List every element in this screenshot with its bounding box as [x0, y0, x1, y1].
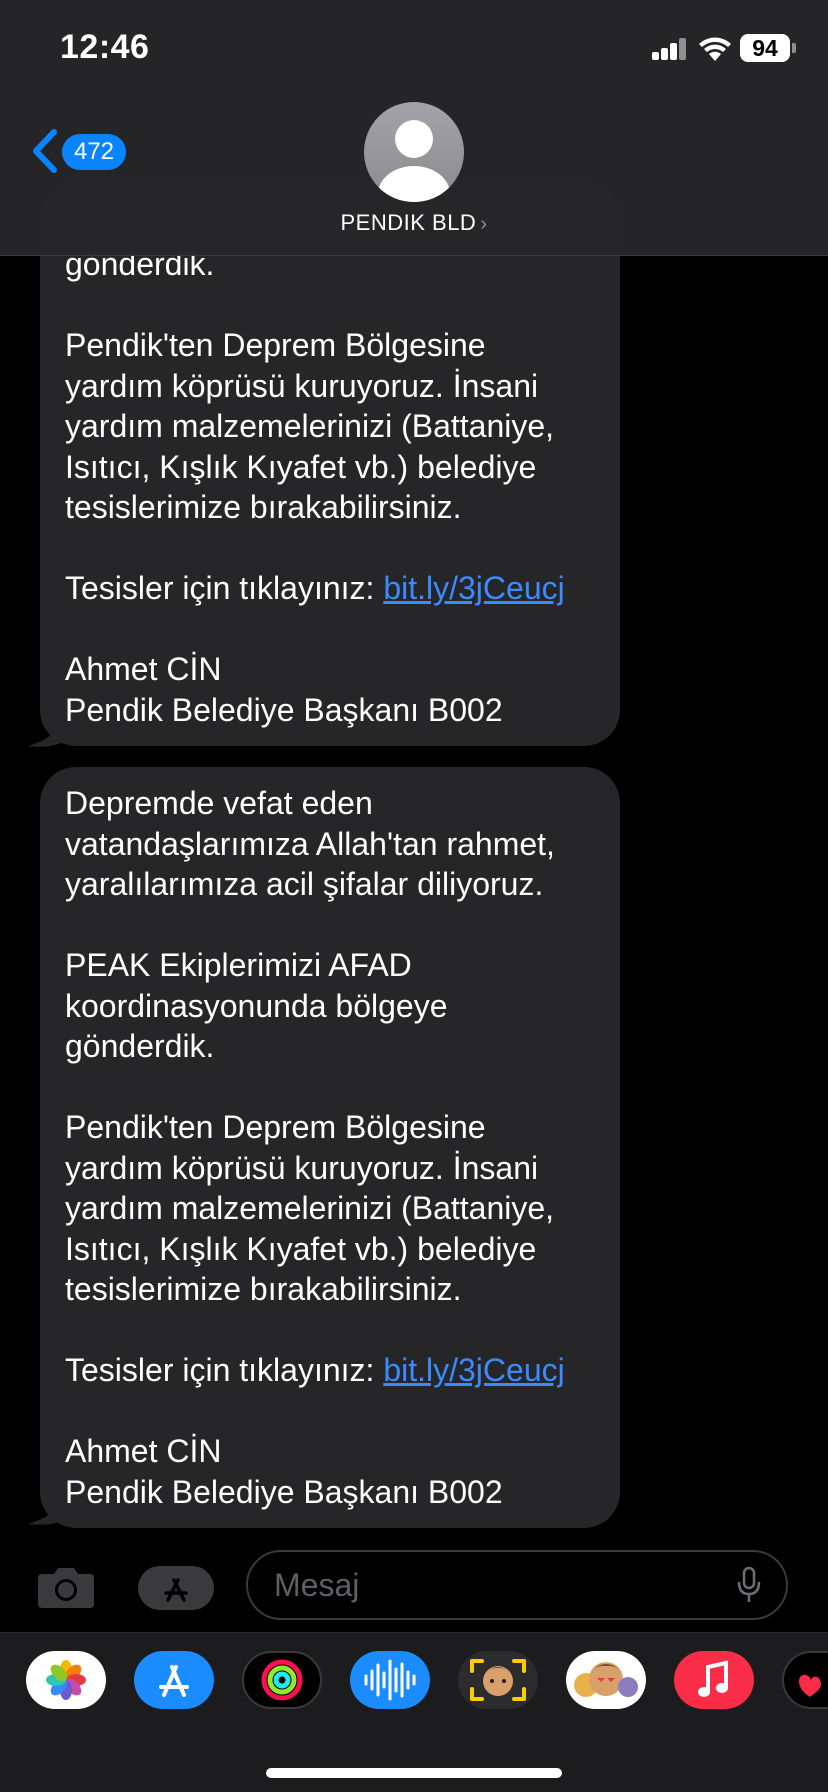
avatar-body — [378, 166, 450, 202]
message-bubble[interactable]: gönderdik. Pendik'ten Deprem Bölgesine y… — [40, 180, 620, 746]
app-drawer — [0, 1632, 828, 1792]
message-signature: Ahmet CİN Pendik Belediye Başkanı B002 — [65, 1433, 503, 1510]
message-input[interactable] — [246, 1550, 788, 1620]
battery-icon: 94 — [740, 34, 790, 62]
music-icon[interactable] — [674, 1651, 754, 1709]
activity-icon[interactable] — [242, 1651, 322, 1709]
message-link-line: Tesisler için tıklayınız: bit.ly/3jCeucj — [65, 1350, 596, 1391]
chevron-right-icon: › — [480, 213, 488, 235]
avatar-head — [395, 120, 433, 158]
link-prefix: Tesisler için tıklayınız: — [65, 1352, 384, 1388]
conversation-header: 12:46 94 472 PENDIK BLD › — [0, 0, 828, 256]
contact-name: PENDIK BLD — [340, 210, 477, 235]
bubble-tail — [28, 1486, 66, 1525]
bubble-tail — [28, 708, 66, 747]
unread-count-badge[interactable]: 472 — [62, 134, 126, 170]
app-store-icon — [164, 1578, 188, 1602]
camera-icon[interactable] — [36, 1564, 96, 1610]
message-link-line: Tesisler için tıklayınız: bit.ly/3jCeucj — [65, 568, 596, 609]
memoji-stickers-icon[interactable] — [458, 1651, 538, 1709]
apps-button[interactable] — [138, 1566, 214, 1610]
audio-message-icon[interactable] — [350, 1651, 430, 1709]
app-store-icon[interactable] — [134, 1651, 214, 1709]
wifi-icon — [699, 37, 731, 61]
message-paragraph: Pendik'ten Deprem Bölgesine yardım köprü… — [65, 1109, 555, 1307]
status-time: 12:46 — [60, 28, 150, 66]
cellular-signal-icon — [652, 38, 688, 60]
composer-bar — [0, 1540, 828, 1632]
contact-avatar[interactable] — [364, 102, 464, 202]
microphone-icon[interactable] — [736, 1566, 762, 1604]
digital-touch-icon[interactable] — [782, 1651, 828, 1709]
message-link[interactable]: bit.ly/3jCeucj — [383, 1352, 564, 1388]
home-indicator[interactable] — [266, 1768, 562, 1778]
message-bubble[interactable]: Depremde vefat eden vatandaşlarımıza All… — [40, 767, 620, 1528]
contact-name-button[interactable]: PENDIK BLD › — [0, 210, 828, 236]
animoji-icon[interactable] — [566, 1651, 646, 1709]
battery-cap — [792, 43, 796, 53]
message-paragraph: Pendik'ten Deprem Bölgesine yardım köprü… — [65, 327, 555, 525]
back-chevron-icon[interactable] — [30, 128, 60, 174]
message-signature: Ahmet CİN Pendik Belediye Başkanı B002 — [65, 651, 503, 728]
message-paragraph: Depremde vefat eden vatandaşlarımıza All… — [65, 785, 555, 902]
photos-icon[interactable] — [26, 1651, 106, 1709]
link-prefix: Tesisler için tıklayınız: — [65, 570, 384, 606]
message-paragraph: PEAK Ekiplerimizi AFAD koordinasyonunda … — [65, 947, 448, 1064]
message-link[interactable]: bit.ly/3jCeucj — [383, 570, 564, 606]
